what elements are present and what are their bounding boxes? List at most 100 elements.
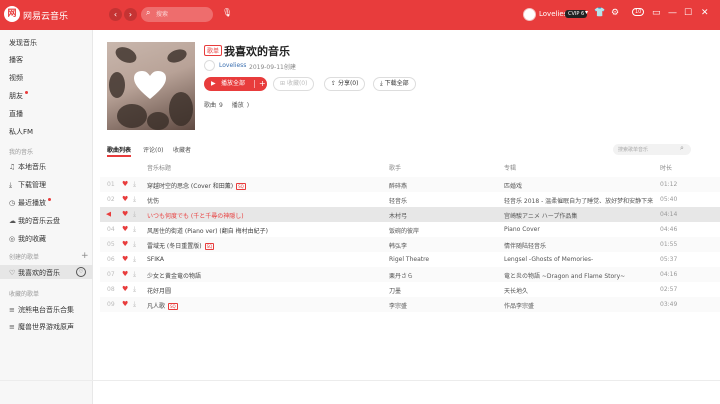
song-artist[interactable]: Rigel Theatre xyxy=(389,256,499,263)
play-all-button[interactable]: ▶ 播放全部 + xyxy=(204,77,267,91)
minimize-icon[interactable]: — xyxy=(668,8,677,18)
song-artist[interactable]: 醉碎燕 xyxy=(389,181,499,190)
maximize-icon[interactable]: ☐ xyxy=(684,8,692,18)
created-playlists-header: 创建的歌单 xyxy=(9,254,40,261)
song-album[interactable]: 天长地久 xyxy=(504,286,654,295)
song-album[interactable]: 宫崎駿アニメ ハープ作品集 xyxy=(504,211,654,220)
sidebar-item-local-music[interactable]: ♫ 本地音乐 xyxy=(9,162,46,172)
song-duration: 02:57 xyxy=(660,286,678,293)
table-row[interactable]: 04 ♥ ⤓ 风居住的街道 (Piano ver) (翻自 梅村由紀子) 饭碗的… xyxy=(100,222,720,237)
table-row[interactable]: 01 ♥ ⤓ 穿越时空的思念 (Cover 和田薫) SQ 醉碎燕 匹婚戏 01:… xyxy=(100,177,720,192)
download-icon[interactable]: ⤓ xyxy=(133,300,136,309)
song-album[interactable]: 轻音乐 2018 - 温柔催眠自为了睡觉、放好梦和安静下来 xyxy=(504,196,654,205)
creator-name[interactable]: Loveliess xyxy=(219,62,246,69)
sidebar-item-collection[interactable]: ◎ 我的收藏 xyxy=(9,234,46,244)
microphone-icon[interactable]: 🎙 xyxy=(222,8,232,17)
download-icon[interactable]: ⤓ xyxy=(133,195,136,204)
heart-filled-icon[interactable]: ♥ xyxy=(122,300,128,308)
column-album[interactable]: 专辑 xyxy=(504,163,516,172)
heart-filled-icon[interactable]: ♥ xyxy=(122,270,128,278)
sidebar-item-fm[interactable]: 私人FM xyxy=(9,127,33,137)
sidebar-item-video[interactable]: 视频 xyxy=(9,73,23,83)
heart-filled-icon[interactable]: ♥ xyxy=(122,285,128,293)
close-icon[interactable]: ✕ xyxy=(701,8,709,18)
favorite-button[interactable]: ⊞ 收藏(0) xyxy=(273,77,315,91)
download-icon[interactable]: ⤓ xyxy=(133,225,136,234)
sidebar-item-podcast[interactable]: 播客 xyxy=(9,55,23,65)
sidebar-item-downloads[interactable]: ⤓ 下载管理 xyxy=(9,180,46,190)
clock-icon: ◷ xyxy=(9,199,16,207)
sidebar-item-playlist-wow[interactable]: ≡ 魔兽世界游戏原声 xyxy=(9,322,74,332)
column-duration[interactable]: 时长 xyxy=(660,163,672,172)
song-artist[interactable]: 韩弘李 xyxy=(389,241,499,250)
song-album[interactable]: 匹婚戏 xyxy=(504,181,654,190)
mini-mode-icon[interactable]: ▭ xyxy=(652,8,661,18)
song-artist[interactable]: 轻音乐 xyxy=(389,196,499,205)
search-box[interactable]: ⌕ xyxy=(141,7,213,22)
table-row[interactable]: 09 ♥ ⤓ 凡人歌 SQ 李宗盛 作品李宗盛 03:49 xyxy=(100,297,720,312)
search-input[interactable] xyxy=(156,9,208,20)
tab-collectors[interactable]: 收藏者 xyxy=(173,145,191,154)
user-avatar[interactable] xyxy=(523,8,536,21)
song-artist[interactable]: 李宗盛 xyxy=(389,301,499,310)
sidebar-item-cloud[interactable]: ☁ 我的音乐云盘 xyxy=(9,216,60,226)
vip-badge[interactable]: CVIP 6 xyxy=(565,10,588,18)
song-album[interactable]: Lengsel -Ghosts of Memories- xyxy=(504,256,654,263)
heartbeat-mode-icon[interactable]: ♡ xyxy=(76,267,86,277)
back-arrow-icon[interactable]: ‹ xyxy=(109,8,122,21)
tshirt-skin-icon[interactable]: 👕 xyxy=(594,8,605,18)
song-artist[interactable]: 木村弓 xyxy=(389,211,499,220)
heart-filled-icon[interactable]: ♥ xyxy=(122,195,128,203)
table-row[interactable]: 05 ♥ ⤓ 雷域无 (冬日重置版) SQ 韩弘李 情伴随陆轻音乐 01:55 xyxy=(100,237,720,252)
table-row[interactable]: 06 ♥ ⤓ SFIKA Rigel Theatre Lengsel -Ghos… xyxy=(100,252,720,267)
sidebar-item-friends[interactable]: 朋友 xyxy=(9,91,28,101)
heart-filled-icon[interactable]: ♥ xyxy=(122,255,128,263)
add-playlist-icon[interactable]: + xyxy=(81,251,89,261)
download-icon[interactable]: ⤓ xyxy=(133,270,136,279)
creator-avatar[interactable] xyxy=(204,60,215,71)
download-icon[interactable]: ⤓ xyxy=(133,240,136,249)
sidebar-item-liked-music[interactable]: ♡ 我喜欢的音乐 xyxy=(9,268,60,278)
caret-down-icon[interactable]: ▾ xyxy=(585,9,588,16)
download-icon[interactable]: ⤓ xyxy=(133,255,136,264)
song-artist[interactable]: 饭碗的彼岸 xyxy=(389,226,499,235)
download-icon[interactable]: ⤓ xyxy=(133,285,136,294)
download-all-button[interactable]: ⤓ 下载全部 xyxy=(373,77,416,91)
heart-filled-icon[interactable]: ♥ xyxy=(122,180,128,188)
song-album[interactable]: Piano Cover xyxy=(504,226,654,233)
gear-icon[interactable]: ⚙ xyxy=(611,8,619,18)
share-button[interactable]: ⇪ 分享(0) xyxy=(324,77,366,91)
download-icon[interactable]: ⤓ xyxy=(133,210,136,219)
heart-filled-icon[interactable]: ♥ xyxy=(122,225,128,233)
table-row[interactable]: 07 ♥ ⤓ 少女と黄金竜の物語 栗丹さら 竜と炎の物語 ~Dragon and… xyxy=(100,267,720,282)
sidebar-item-recent[interactable]: ◷ 最近播放 xyxy=(9,198,51,208)
sidebar-item-discover[interactable]: 发现音乐 xyxy=(9,38,37,48)
tab-comments[interactable]: 评论(0) xyxy=(143,145,164,154)
sidebar-item-live[interactable]: 直播 xyxy=(9,109,23,119)
add-to-queue-icon[interactable]: + xyxy=(259,78,266,90)
song-duration: 05:37 xyxy=(660,256,678,263)
mail-badge[interactable]: 10 xyxy=(632,8,645,16)
table-row[interactable]: 02 ♥ ⤓ 优伤 轻音乐 轻音乐 2018 - 温柔催眠自为了睡觉、放好梦和安… xyxy=(100,192,720,207)
table-row[interactable]: 08 ♥ ⤓ 花好月圆 刀墨 天长地久 02:57 xyxy=(100,282,720,297)
song-album[interactable]: 情伴随陆轻音乐 xyxy=(504,241,654,250)
column-title[interactable]: 音乐标题 xyxy=(147,163,171,172)
tab-song-list[interactable]: 歌曲列表 xyxy=(107,145,131,154)
sidebar-item-playlist-raccoon[interactable]: ≡ 浣熊电台音乐合集 xyxy=(9,305,74,315)
now-playing-icon: ◀ xyxy=(106,210,112,218)
song-artist[interactable]: 栗丹さら xyxy=(389,271,499,280)
heart-filled-icon[interactable]: ♥ xyxy=(122,240,128,248)
column-artist[interactable]: 歌手 xyxy=(389,163,401,172)
heart-filled-icon[interactable]: ♥ xyxy=(122,210,128,218)
table-row-playing[interactable]: ◀ ♥ ⤓ いつも何度でも (千と千尋の神隠し) 木村弓 宫崎駿アニメ ハープ作… xyxy=(100,207,720,222)
download-icon[interactable]: ⤓ xyxy=(133,180,136,189)
song-album[interactable]: 作品李宗盛 xyxy=(504,301,654,310)
playlist-cover xyxy=(107,42,195,130)
share-label: 分享(0) xyxy=(337,80,359,87)
forward-arrow-icon[interactable]: › xyxy=(124,8,137,21)
playlist-search-input[interactable] xyxy=(618,145,676,154)
song-album[interactable]: 竜と炎の物語 ~Dragon and Flame Story~ xyxy=(504,271,654,280)
song-artist[interactable]: 刀墨 xyxy=(389,286,499,295)
playlist-search-box[interactable]: ⌕ xyxy=(613,144,691,155)
player-bar-divider xyxy=(0,380,720,381)
